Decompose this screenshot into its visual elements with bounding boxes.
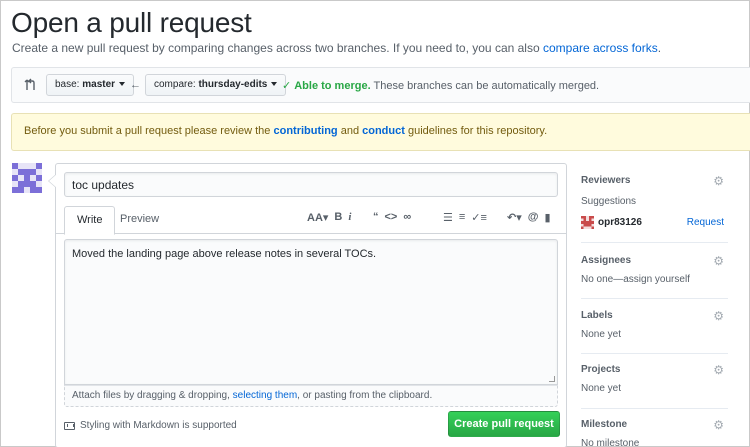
request-review-button[interactable]: Request: [687, 217, 724, 228]
gear-icon[interactable]: ⚙: [713, 309, 724, 323]
compare-across-forks-link[interactable]: compare across forks: [543, 41, 658, 55]
assignees-heading: Assignees: [581, 255, 632, 266]
milestone-section: Milestone ⚙ No milestone: [581, 409, 728, 447]
create-pull-request-button[interactable]: Create pull request: [448, 411, 560, 437]
milestone-value: No milestone: [581, 438, 640, 447]
assign-yourself-link[interactable]: No one—assign yourself: [581, 274, 690, 285]
compare-prefix: compare:: [154, 79, 196, 90]
suggestions-label: Suggestions: [581, 196, 637, 207]
merge-status: ✓ Able to merge. These branches can be au…: [282, 79, 599, 92]
body-text: Moved the landing page above release not…: [72, 248, 377, 260]
flash-text-pre: Before you submit a pull request please …: [24, 125, 271, 137]
attach-text-post: , or pasting from the clipboard.: [297, 390, 433, 401]
reviewer-name[interactable]: opr83126: [598, 217, 642, 228]
projects-value: None yet: [581, 383, 622, 394]
markdown-note[interactable]: Styling with Markdown is supported: [64, 420, 237, 431]
gear-icon[interactable]: ⚙: [713, 174, 724, 188]
markdown-note-text: Styling with Markdown is supported: [80, 420, 237, 431]
page-title: Open a pull request: [11, 7, 252, 38]
branch-range-bar: base: master ← compare: thursday-edits ✓…: [11, 67, 750, 103]
labels-section: Labels ⚙ None yet: [581, 299, 728, 354]
task-list-icon[interactable]: ✓≡: [471, 211, 487, 224]
title-input[interactable]: [64, 172, 558, 197]
insert-toolbar: “ <> ∞: [370, 208, 414, 226]
page-subtitle: Create a new pull request by comparing c…: [12, 41, 661, 55]
extra-toolbar: ↶▾ @ ▮: [504, 208, 554, 226]
base-branch-name: master: [82, 79, 116, 90]
gear-icon[interactable]: ⚙: [713, 254, 724, 268]
base-prefix: base:: [55, 79, 80, 90]
subtitle-text: Create a new pull request by comparing c…: [12, 41, 540, 55]
flash-text-mid: and: [340, 125, 360, 137]
merge-status-note: These branches can be automatically merg…: [373, 80, 600, 92]
tab-preview[interactable]: Preview: [108, 206, 171, 235]
conduct-link[interactable]: conduct: [362, 125, 405, 137]
reviewer-avatar: [581, 216, 594, 229]
milestone-heading: Milestone: [581, 419, 628, 430]
labels-value: None yet: [581, 329, 622, 340]
projects-heading: Projects: [581, 364, 621, 375]
code-icon[interactable]: <>: [385, 211, 398, 223]
select-files-link[interactable]: selecting them: [233, 390, 297, 401]
text-size-icon[interactable]: AА▾: [307, 211, 328, 224]
suggested-reviewer: opr83126 Request: [581, 216, 728, 230]
pull-request-form: Write Preview AА▾ B i “ <> ∞ ☰ ≡ ✓≡ ↶▾ @…: [48, 163, 567, 447]
check-icon: ✓: [282, 80, 292, 92]
projects-section: Projects ⚙ None yet: [581, 354, 728, 409]
chevron-down-icon: [119, 82, 126, 86]
list-toolbar: ☰ ≡ ✓≡: [440, 208, 490, 226]
assignees-value[interactable]: No one—assign yourself: [581, 274, 690, 285]
flash-text-post: guidelines for this repository.: [407, 125, 548, 137]
bookmark-icon[interactable]: ▮: [544, 211, 550, 224]
compare-branch-name: thursday-edits: [198, 79, 268, 90]
assignees-section: Assignees ⚙ No one—assign yourself: [581, 243, 728, 299]
resize-handle[interactable]: [549, 376, 555, 382]
bulleted-list-icon[interactable]: ☰: [443, 211, 453, 224]
avatar[interactable]: [12, 163, 42, 193]
contributing-flash: Before you submit a pull request please …: [11, 113, 750, 151]
formatting-toolbar: AА▾ B i: [304, 208, 354, 226]
body-textarea[interactable]: Moved the landing page above release not…: [64, 239, 558, 385]
gear-icon[interactable]: ⚙: [713, 418, 724, 432]
contributing-link[interactable]: contributing: [273, 125, 337, 137]
reply-icon[interactable]: ↶▾: [507, 211, 522, 224]
reviewers-section: Reviewers ⚙ Suggestions opr83126 Request: [581, 163, 728, 243]
gear-icon[interactable]: ⚙: [713, 363, 724, 377]
arrow-left-icon: ←: [130, 79, 141, 91]
bold-icon[interactable]: B: [334, 211, 342, 223]
reviewers-heading: Reviewers: [581, 175, 631, 186]
chevron-down-icon: [271, 82, 278, 86]
attach-text-pre: Attach files by dragging & dropping,: [72, 390, 230, 401]
numbered-list-icon[interactable]: ≡: [459, 211, 465, 223]
subtitle-end: .: [657, 41, 662, 55]
base-branch-select[interactable]: base: master: [46, 74, 135, 96]
quote-icon[interactable]: “: [373, 211, 379, 223]
merge-status-label: Able to merge.: [294, 80, 371, 92]
link-icon[interactable]: ∞: [403, 211, 411, 223]
compare-branch-select[interactable]: compare: thursday-edits: [145, 74, 287, 96]
mention-icon[interactable]: @: [528, 211, 539, 223]
compare-branches-icon[interactable]: [24, 78, 38, 92]
markdown-icon: [64, 421, 75, 430]
italic-icon[interactable]: i: [348, 211, 351, 223]
attach-files-bar[interactable]: Attach files by dragging & dropping, sel…: [64, 385, 558, 407]
labels-heading: Labels: [581, 310, 613, 321]
